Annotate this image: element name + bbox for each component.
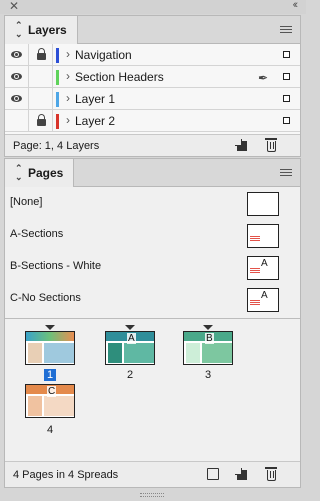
lock-toggle[interactable] <box>29 66 53 88</box>
panel-menu-icon[interactable] <box>280 169 292 178</box>
edit-page-size-icon[interactable] <box>207 468 219 480</box>
master-thumbnail[interactable]: A <box>247 256 279 280</box>
layer-color-swatch <box>56 92 59 107</box>
tab-pages[interactable]: ⌃ ⌄ Pages <box>5 159 75 187</box>
masters-list: [None] A-Sections B-Sections - White A C… <box>5 188 300 316</box>
page-item[interactable]: A 2 <box>105 325 157 381</box>
eye-icon <box>11 73 22 80</box>
page-master-prefix: B <box>205 333 214 344</box>
layer-color-swatch <box>56 114 59 129</box>
chevron-right-icon[interactable]: › <box>66 91 70 105</box>
layer-select-square[interactable] <box>283 51 290 58</box>
page-number: 2 <box>126 369 134 381</box>
layer-name: Layer 1 <box>75 92 116 106</box>
tab-layers[interactable]: ⌃ ⌄ Layers <box>5 16 78 44</box>
trash-icon[interactable] <box>265 138 277 152</box>
spread-marker-icon <box>125 325 135 330</box>
layer-color-swatch <box>56 70 59 85</box>
layer-row[interactable]: › Layer 1 <box>5 88 300 110</box>
lock-toggle[interactable] <box>29 88 53 110</box>
page-thumbnail[interactable]: C <box>25 384 75 418</box>
tab-pages-label: Pages <box>28 166 64 180</box>
page-number: 1 <box>25 369 75 381</box>
spread-marker-icon <box>203 325 213 330</box>
layer-select-square[interactable] <box>283 117 290 124</box>
page-number: 3 <box>204 369 212 381</box>
lock-toggle[interactable] <box>29 44 53 66</box>
layer-name: Section Headers <box>75 70 164 84</box>
layer-select-square[interactable] <box>283 95 290 102</box>
layers-footer: Page: 1, 4 Layers <box>5 134 300 156</box>
layer-color-swatch <box>56 48 59 63</box>
page-thumbnail[interactable]: B <box>183 331 233 365</box>
eye-icon <box>11 51 22 58</box>
panel-menu-icon[interactable] <box>280 26 292 35</box>
layer-row[interactable]: › Section Headers ✒ <box>5 66 300 88</box>
visibility-toggle[interactable] <box>5 88 29 110</box>
page-thumbnail[interactable] <box>25 331 75 365</box>
pen-icon: ✒ <box>257 71 268 85</box>
page-number: 4 <box>46 424 54 436</box>
new-layer-icon[interactable] <box>237 141 247 151</box>
updown-icon: ⌃ ⌄ <box>15 20 23 39</box>
new-page-icon[interactable] <box>237 470 247 480</box>
layer-name: Navigation <box>75 48 132 62</box>
lock-icon <box>37 48 46 60</box>
chevron-right-icon[interactable]: › <box>66 113 70 127</box>
pages-panel: ⌃ ⌄ Pages [None] A-Sections B-Sections - … <box>4 158 301 488</box>
master-thumbnail[interactable] <box>247 224 279 248</box>
chevron-right-icon[interactable]: › <box>66 47 70 61</box>
master-thumbnail[interactable]: A <box>247 288 279 312</box>
spread-marker-icon <box>45 325 55 330</box>
pages-thumbnails-area: 1 A 2 B 3 C 4 <box>5 318 300 438</box>
eye-icon <box>11 95 22 102</box>
master-prefix-label: A <box>261 258 268 269</box>
page-item[interactable]: 1 <box>25 325 77 381</box>
tab-layers-label: Layers <box>28 23 67 37</box>
layers-list: › Navigation › Section Headers ✒ › Layer… <box>5 44 300 134</box>
collapse-icon[interactable]: ‹‹ <box>293 0 299 11</box>
close-icon[interactable]: ✕ <box>9 0 19 13</box>
layer-name: Layer 2 <box>75 114 116 128</box>
master-name: [None] <box>10 196 43 208</box>
master-thumbnail[interactable] <box>247 192 279 216</box>
visibility-toggle[interactable] <box>5 66 29 88</box>
master-prefix-label: A <box>261 290 268 301</box>
trash-icon[interactable] <box>265 467 277 481</box>
pages-status-text: 4 Pages in 4 Spreads <box>13 469 119 481</box>
page-item[interactable]: C 4 <box>25 384 77 440</box>
master-item[interactable]: A-Sections <box>5 220 300 252</box>
resize-grip[interactable] <box>140 493 164 497</box>
layers-panel-header: ⌃ ⌄ Layers <box>5 16 300 44</box>
panel-window-topbar: ✕ ‹‹ <box>0 0 306 14</box>
page-master-prefix: A <box>127 333 136 344</box>
layers-panel: ⌃ ⌄ Layers › Navigation › Section Headers… <box>4 15 301 157</box>
pages-panel-header: ⌃ ⌄ Pages <box>5 159 300 187</box>
master-name: A-Sections <box>10 228 64 240</box>
pages-footer: 4 Pages in 4 Spreads <box>5 461 300 487</box>
lock-toggle[interactable] <box>29 110 53 132</box>
page-item[interactable]: B 3 <box>183 325 235 381</box>
master-name: B-Sections - White <box>10 260 102 272</box>
master-item[interactable]: C-No Sections A <box>5 284 300 316</box>
chevron-right-icon[interactable]: › <box>66 69 70 83</box>
master-name: C-No Sections <box>10 292 81 304</box>
layer-row[interactable]: › Layer 2 <box>5 110 300 132</box>
page-thumbnail[interactable]: A <box>105 331 155 365</box>
visibility-toggle[interactable] <box>5 110 29 132</box>
master-item[interactable]: [None] <box>5 188 300 220</box>
updown-icon: ⌃ ⌄ <box>15 163 23 182</box>
lock-icon <box>37 114 46 126</box>
master-item[interactable]: B-Sections - White A <box>5 252 300 284</box>
visibility-toggle[interactable] <box>5 44 29 66</box>
layer-row[interactable]: › Navigation <box>5 44 300 66</box>
page-master-prefix: C <box>47 386 57 397</box>
layers-status-text: Page: 1, 4 Layers <box>13 140 100 152</box>
layer-select-square[interactable] <box>283 73 290 80</box>
